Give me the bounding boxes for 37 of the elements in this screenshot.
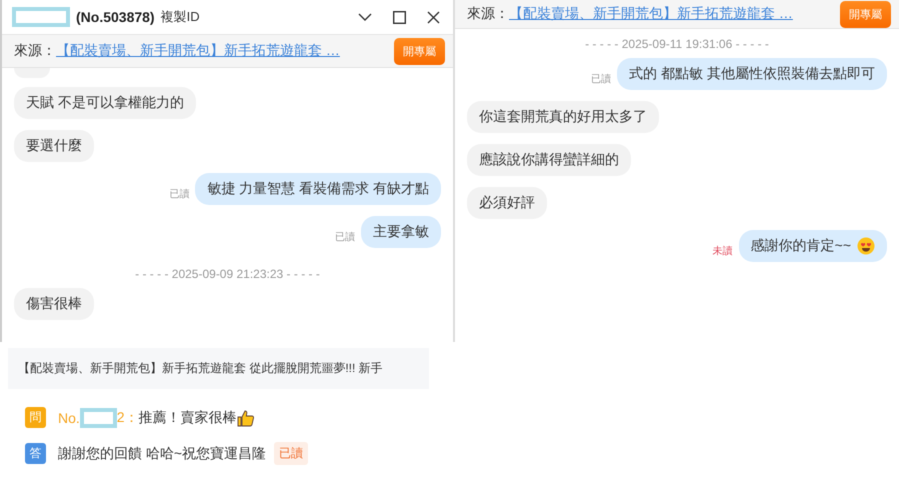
- message-bubble: 感謝你的肯定~~: [738, 230, 887, 262]
- message-bubble: 傷害很棒: [14, 288, 94, 320]
- read-status: 已讀: [169, 188, 190, 201]
- message-bubble: 應該說你講得蠻詳細的: [467, 144, 631, 176]
- message-bubble: 要選什麼: [14, 130, 94, 162]
- message-bubble: 必須好評: [467, 187, 547, 219]
- timestamp-divider: - - - - - 2025-09-09 21:23:23 - - - - -: [134, 267, 321, 281]
- timestamp-divider: - - - - - 2025-09-11 19:31:06 - - - - -: [584, 37, 770, 51]
- answer-badge: 答: [25, 443, 46, 464]
- chevron-down-icon: [358, 13, 372, 21]
- redacted-block: [80, 408, 117, 428]
- maximize-icon: [392, 10, 406, 24]
- open-room-button[interactable]: 開專屬: [840, 0, 891, 28]
- question-text: 推薦！賣家很棒: [138, 408, 237, 426]
- user-suffix: 2：: [116, 408, 139, 426]
- message-bubble: 天賦 不是可以拿權能力的: [14, 87, 196, 119]
- window-title: (No.503878): [76, 9, 155, 25]
- redacted-block: [12, 7, 70, 27]
- message-bubble: 式的 都點敏 其他屬性依照裝備去點即可: [617, 58, 887, 90]
- message-bubble: 你這套開荒真的好用太多了: [467, 101, 659, 133]
- read-status: 已讀: [591, 72, 612, 86]
- source-link[interactable]: 【配裝賣場、新手開荒包】新手拓荒遊龍套 …: [509, 5, 828, 23]
- close-icon: [426, 10, 440, 24]
- read-status: 已讀: [335, 230, 355, 244]
- read-tag: 已讀: [274, 442, 308, 465]
- message-bubble: 敏捷 力量智慧 看裝備需求 有缺才點: [195, 173, 441, 205]
- open-room-button[interactable]: 開專屬: [394, 38, 445, 64]
- message-bubble: 主要拿敏: [361, 216, 441, 248]
- copy-id-link[interactable]: 複製ID: [160, 8, 200, 26]
- user-prefix: No.: [58, 410, 80, 426]
- product-title: 【配裝賣場、新手開荒包】新手拓荒遊龍套 從此擺脫開荒噩夢!!! 新手: [8, 348, 429, 389]
- source-label: 來源：: [467, 5, 509, 23]
- source-label: 來源：: [14, 42, 56, 60]
- source-link[interactable]: 【配裝賣場、新手開荒包】新手拓荒遊龍套 …: [56, 42, 382, 60]
- answer-text: 謝謝您的回饋 哈哈~祝您寶運昌隆: [58, 444, 266, 462]
- question-badge: 問: [25, 407, 46, 428]
- read-status: 未讀: [712, 244, 733, 258]
